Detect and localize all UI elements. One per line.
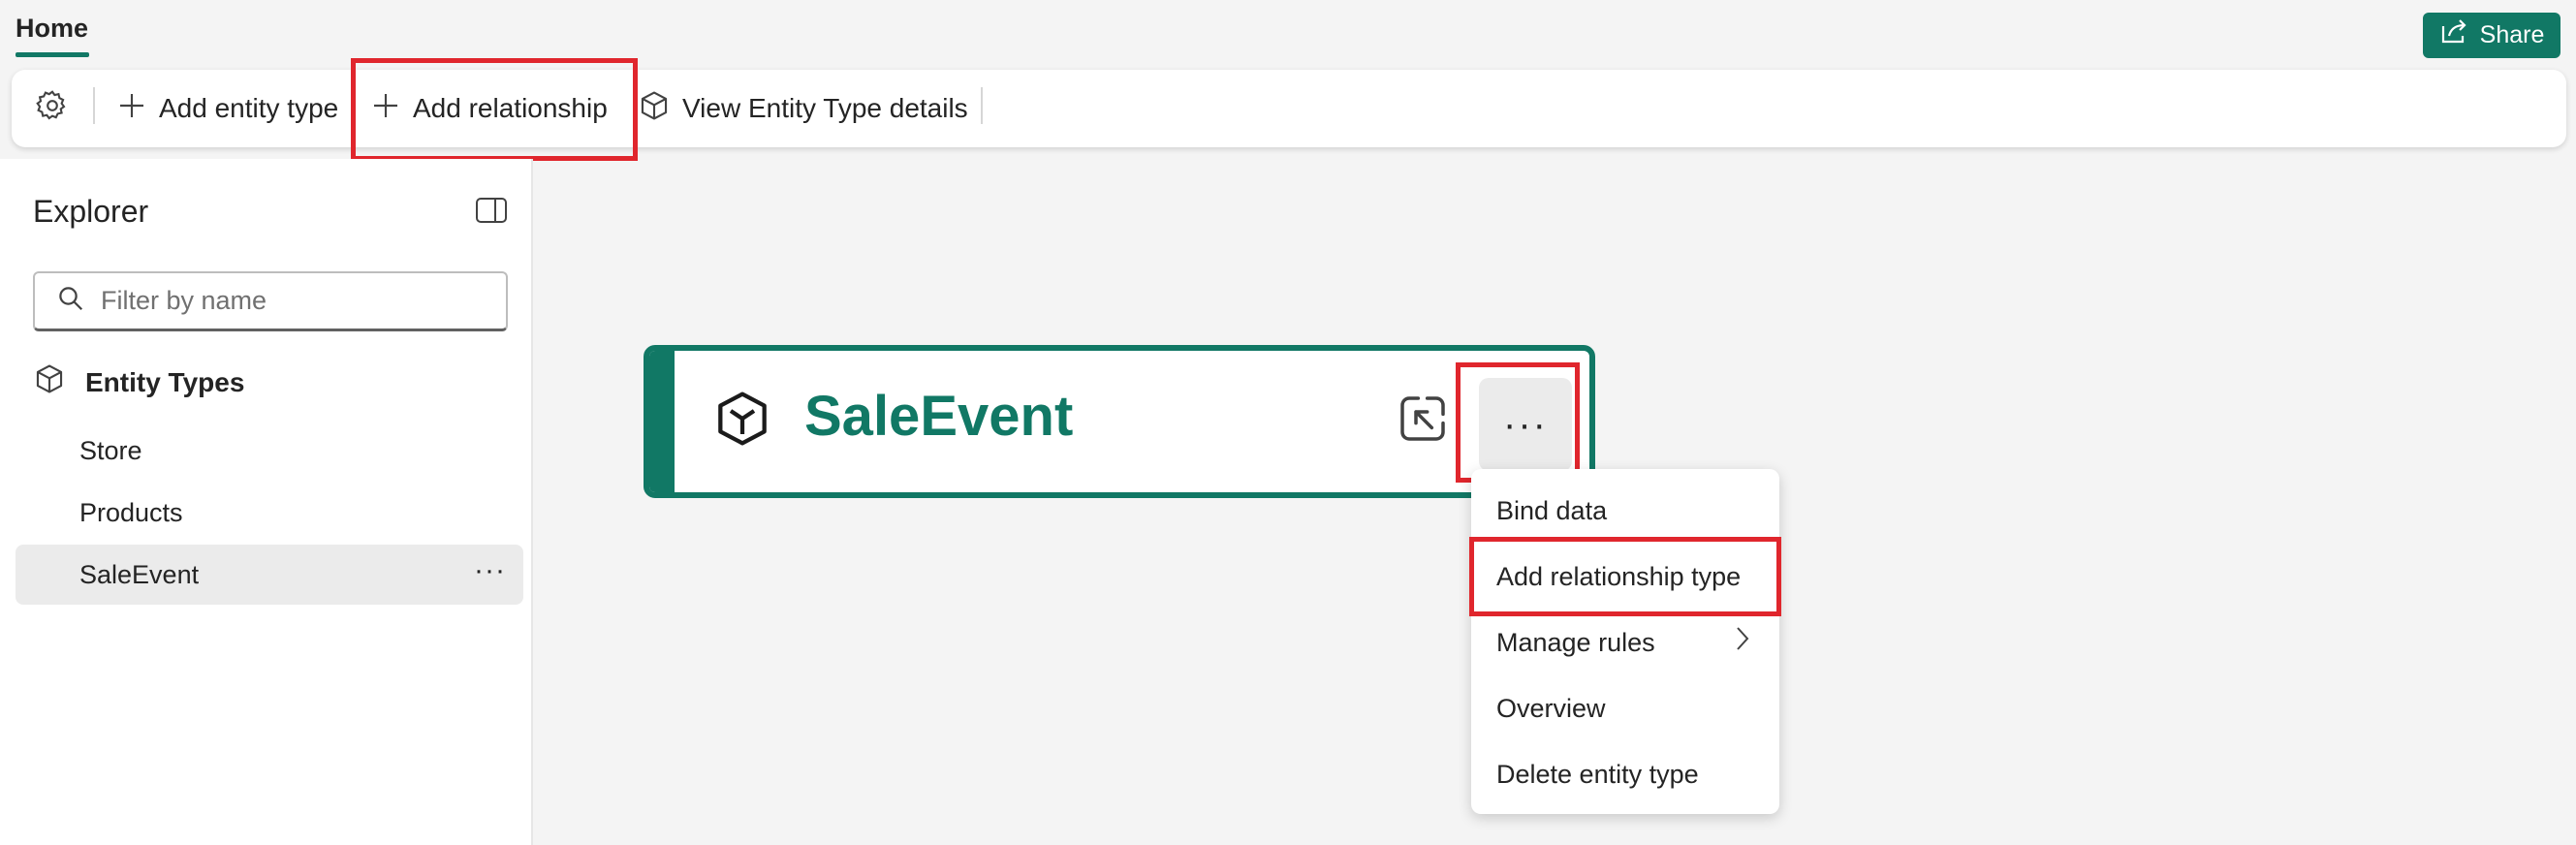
view-entity-type-details-button[interactable]: View Entity Type details [638, 70, 968, 147]
view-entity-type-details-label: View Entity Type details [682, 93, 968, 123]
tab-home-underline [16, 52, 89, 57]
tree-item-store[interactable]: Store [16, 421, 523, 481]
card-accent-stripe [649, 351, 675, 492]
filter-input[interactable] [99, 285, 490, 317]
explorer-panel: Explorer Entity Types Store Products Sal… [0, 159, 533, 845]
chevron-right-icon [1733, 624, 1752, 658]
cube-icon [711, 388, 773, 454]
tree-item-saleevent[interactable]: SaleEvent ··· [16, 545, 523, 605]
gear-icon [35, 88, 70, 130]
search-icon [56, 284, 85, 318]
tab-home[interactable]: Home [16, 14, 88, 44]
cube-icon [638, 89, 671, 129]
toolbar-separator [981, 87, 983, 124]
tree-item-products[interactable]: Products [16, 483, 523, 543]
entity-context-menu: Bind data Add relationship type Manage r… [1471, 469, 1779, 814]
tree-item-label: Store [79, 435, 142, 465]
cube-icon [33, 362, 66, 402]
card-title: SaleEvent [804, 385, 1074, 448]
share-label: Share [2479, 21, 2545, 48]
explorer-title: Explorer [33, 194, 149, 229]
filter-field[interactable] [33, 271, 508, 331]
menu-item-bind-data[interactable]: Bind data [1496, 496, 1607, 526]
menu-item-delete-entity-type[interactable]: Delete entity type [1496, 760, 1699, 790]
open-entity-icon[interactable] [1396, 391, 1450, 451]
highlight-more-options [1456, 362, 1580, 483]
highlight-add-relationship [351, 58, 638, 161]
toolbar-separator [93, 87, 95, 124]
share-icon [2439, 18, 2468, 52]
add-entity-type-button[interactable]: Add entity type [116, 70, 338, 147]
entity-types-label: Entity Types [85, 366, 245, 397]
tree-item-label: SaleEvent [79, 559, 200, 589]
menu-item-overview[interactable]: Overview [1496, 694, 1606, 724]
settings-button[interactable] [35, 70, 70, 147]
tree-item-more-icon[interactable]: ··· [474, 554, 506, 587]
menu-item-manage-rules[interactable]: Manage rules [1496, 628, 1655, 658]
entity-types-section[interactable]: Entity Types [33, 362, 244, 402]
collapse-panel-icon[interactable] [475, 196, 508, 230]
plus-icon [116, 90, 147, 128]
highlight-add-relationship-type [1469, 537, 1781, 616]
tree-item-label: Products [79, 497, 183, 527]
add-entity-type-label: Add entity type [159, 93, 339, 123]
entity-card-saleevent[interactable]: SaleEvent ··· [644, 345, 1595, 498]
share-button[interactable]: Share [2423, 13, 2560, 58]
